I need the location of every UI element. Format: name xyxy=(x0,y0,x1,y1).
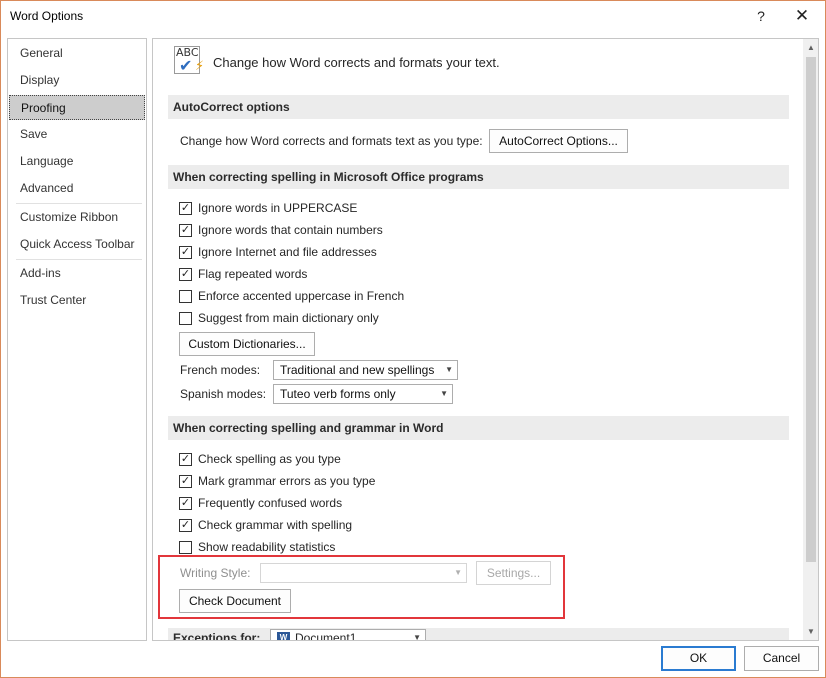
exceptions-document: Document1 xyxy=(295,631,357,641)
exceptions-label: Exceptions for: xyxy=(173,631,261,641)
sidebar-item-display[interactable]: Display xyxy=(9,68,145,93)
sidebar-item-save[interactable]: Save xyxy=(9,122,145,147)
help-icon[interactable]: ? xyxy=(746,3,776,29)
option-label: Ignore words in UPPERCASE xyxy=(198,201,358,215)
word-document-icon: W xyxy=(277,632,290,640)
option-ignore-uppercase[interactable]: ✓ Ignore words in UPPERCASE xyxy=(179,199,357,217)
scrollbar-thumb[interactable] xyxy=(806,57,816,562)
option-confused-words[interactable]: ✓ Frequently confused words xyxy=(179,494,342,512)
option-check-spelling[interactable]: ✓ Check spelling as you type xyxy=(179,450,341,468)
option-label: Frequently confused words xyxy=(198,496,343,510)
sidebar-item-add-ins[interactable]: Add-ins xyxy=(9,261,145,286)
option-mark-grammar[interactable]: ✓ Mark grammar errors as you type xyxy=(179,472,375,490)
option-flag-repeated[interactable]: ✓ Flag repeated words xyxy=(179,265,307,283)
custom-dictionaries-button[interactable]: Custom Dictionaries... xyxy=(179,332,315,356)
abc-proofing-icon: ABC ✔ ⚡ xyxy=(174,46,206,76)
checkbox[interactable]: ✓ xyxy=(179,267,192,281)
checkbox[interactable] xyxy=(179,540,192,554)
autocorrect-description: Change how Word corrects and formats tex… xyxy=(180,134,483,148)
option-ignore-numbers[interactable]: ✓ Ignore words that contain numbers xyxy=(179,221,383,239)
ok-button[interactable]: OK xyxy=(661,646,736,671)
lightning-icon: ⚡ xyxy=(195,58,205,73)
sidebar-divider xyxy=(16,259,142,260)
cancel-button[interactable]: Cancel xyxy=(744,646,819,671)
option-label: Ignore words that contain numbers xyxy=(198,223,383,237)
vertical-scrollbar[interactable]: ▲ ▼ xyxy=(803,39,818,640)
option-label: Suggest from main dictionary only xyxy=(198,311,379,325)
option-label: Show readability statistics xyxy=(198,540,336,554)
sidebar-item-advanced[interactable]: Advanced xyxy=(9,176,145,201)
page-heading: Change how Word corrects and formats you… xyxy=(213,55,500,70)
option-label: Mark grammar errors as you type xyxy=(198,474,376,488)
option-label: Enforce accented uppercase in French xyxy=(198,289,405,303)
spanish-modes-value: Tuteo verb forms only xyxy=(280,387,396,401)
option-check-grammar[interactable]: ✓ Check grammar with spelling xyxy=(179,516,352,534)
option-label: Ignore Internet and file addresses xyxy=(198,245,377,259)
exceptions-document-dropdown[interactable]: W Document1 ▼ xyxy=(270,629,426,641)
option-label: Flag repeated words xyxy=(198,267,308,281)
scroll-down-icon[interactable]: ▼ xyxy=(803,623,818,640)
checkbox[interactable]: ✓ xyxy=(179,496,192,510)
checkbox[interactable]: ✓ xyxy=(179,245,192,259)
chevron-down-icon: ▼ xyxy=(440,389,448,398)
checkbox[interactable]: ✓ xyxy=(179,518,192,532)
checkbox[interactable]: ✓ xyxy=(179,452,192,466)
option-readability[interactable]: Show readability statistics xyxy=(179,538,335,556)
option-label: Check spelling as you type xyxy=(198,452,341,466)
checkbox[interactable] xyxy=(179,289,192,303)
title-bar: Word Options ? ✕ xyxy=(1,1,825,33)
checkbox[interactable] xyxy=(179,311,192,325)
section-word-spelling: When correcting spelling and grammar in … xyxy=(168,416,789,440)
sidebar-item-proofing[interactable]: Proofing xyxy=(9,95,145,120)
autocorrect-options-button[interactable]: AutoCorrect Options... xyxy=(489,129,628,153)
chevron-down-icon: ▼ xyxy=(445,365,453,374)
scroll-up-icon[interactable]: ▲ xyxy=(803,39,818,56)
spanish-modes-dropdown[interactable]: Tuteo verb forms only ▼ xyxy=(273,384,453,404)
option-label: Check grammar with spelling xyxy=(198,518,353,532)
checkmark-icon: ✔ xyxy=(179,58,193,75)
french-modes-label: French modes: xyxy=(180,363,261,377)
chevron-down-icon: ▼ xyxy=(413,633,421,641)
french-modes-dropdown[interactable]: Traditional and new spellings ▼ xyxy=(273,360,458,380)
section-exceptions: Exceptions for: W Document1 ▼ xyxy=(168,628,789,641)
section-autocorrect: AutoCorrect options xyxy=(168,95,789,119)
checkbox[interactable]: ✓ xyxy=(179,474,192,488)
proofing-panel: ABC ✔ ⚡ Change how Word corrects and for… xyxy=(152,38,819,641)
option-enforce-french[interactable]: Enforce accented uppercase in French xyxy=(179,287,404,305)
sidebar-item-quick-access-toolbar[interactable]: Quick Access Toolbar xyxy=(9,232,145,257)
french-modes-value: Traditional and new spellings xyxy=(280,363,435,377)
section-office-spelling: When correcting spelling in Microsoft Of… xyxy=(168,165,789,189)
option-ignore-internet[interactable]: ✓ Ignore Internet and file addresses xyxy=(179,243,377,261)
checkbox[interactable]: ✓ xyxy=(179,201,192,215)
options-sidebar: General Display Proofing Save Language A… xyxy=(7,38,147,641)
spanish-modes-label: Spanish modes: xyxy=(180,387,267,401)
checkbox[interactable]: ✓ xyxy=(179,223,192,237)
sidebar-item-general[interactable]: General xyxy=(9,41,145,66)
sidebar-item-trust-center[interactable]: Trust Center xyxy=(9,288,145,313)
window-title: Word Options xyxy=(10,9,84,23)
sidebar-item-customize-ribbon[interactable]: Customize Ribbon xyxy=(9,205,145,230)
highlight-box xyxy=(158,555,565,619)
word-options-dialog: Word Options ? ✕ General Display Proofin… xyxy=(0,0,826,678)
sidebar-divider xyxy=(16,203,142,204)
close-icon[interactable]: ✕ xyxy=(787,3,817,29)
sidebar-item-language[interactable]: Language xyxy=(9,149,145,174)
option-main-dictionary[interactable]: Suggest from main dictionary only xyxy=(179,309,379,327)
